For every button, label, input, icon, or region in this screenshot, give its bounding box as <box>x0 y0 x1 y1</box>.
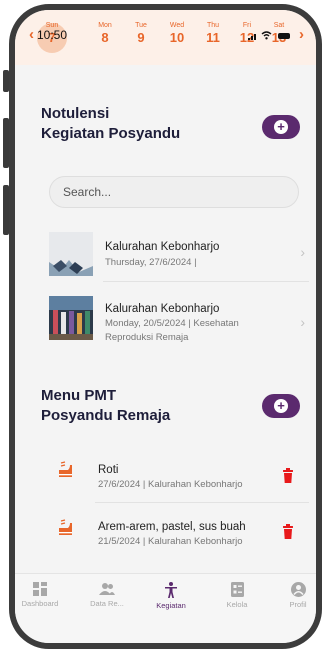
day-name: Sat <box>273 22 285 29</box>
nav-item-kelola[interactable]: Kelola <box>208 582 266 609</box>
day-name: Thu <box>206 22 220 29</box>
person-activity-icon <box>165 582 177 598</box>
search-input[interactable] <box>49 176 299 208</box>
nav-label: Kelola <box>226 600 248 609</box>
next-week-arrow-icon[interactable]: › <box>299 26 304 43</box>
nav-item-dashboard[interactable]: Dashboard <box>15 582 69 608</box>
manage-icon <box>230 582 244 597</box>
add-pmt-button[interactable]: + <box>262 394 300 418</box>
list-divider <box>103 281 309 282</box>
item-title: Arem-arem, pastel, sus buah <box>98 521 246 533</box>
signal-icon <box>247 33 256 40</box>
status-icons <box>247 30 290 40</box>
calendar-day-wed[interactable]: Wed 10 <box>163 22 191 45</box>
users-icon <box>99 583 115 595</box>
add-notulensi-button[interactable]: + <box>262 115 300 139</box>
status-time: 10:50 <box>37 28 68 42</box>
list-divider <box>95 502 309 503</box>
calendar-day-mon[interactable]: Mon 8 <box>91 22 119 45</box>
item-title: Kalurahan Kebonharjo <box>105 241 220 253</box>
plus-icon: + <box>274 120 288 134</box>
day-date: 9 <box>137 30 145 45</box>
delete-trash-icon[interactable] <box>282 524 294 539</box>
nav-label: Data Re... <box>90 599 124 608</box>
notulensi-section-title: Notulensi Kegiatan Posyandu <box>41 104 180 144</box>
bottom-navigation: Dashboard Data Re... Kegiatan Kelola Pro… <box>15 573 316 643</box>
item-subtitle: Thursday, 27/6/2024 | <box>105 257 197 268</box>
title-line-1: Notulensi <box>41 105 110 122</box>
prev-week-arrow-icon[interactable]: ‹ <box>29 26 34 43</box>
item-subtitle: Monday, 20/5/2024 | Kesehatan Reproduksi… <box>105 318 239 343</box>
day-date: 10 <box>169 30 185 45</box>
day-name: Tue <box>135 22 147 29</box>
phone-screen: ‹ Sun 7 10:50 Mon 8 Tue 9 Wed 10 Thu 11 … <box>9 4 322 649</box>
item-subtitle: 27/6/2024 | Kalurahan Kebonharjo <box>98 479 243 490</box>
battery-icon <box>278 32 290 39</box>
day-date: 8 <box>101 30 109 45</box>
notulensi-thumbnail <box>49 296 93 340</box>
nav-label: Profil <box>289 600 307 609</box>
title-line-2: Kegiatan Posyandu <box>41 125 181 142</box>
item-title: Roti <box>98 464 119 476</box>
calendar-strip: ‹ Sun 7 10:50 Mon 8 Tue 9 Wed 10 Thu 11 … <box>15 10 316 65</box>
day-date: 11 <box>206 30 220 45</box>
item-title: Kalurahan Kebonharjo <box>105 303 220 315</box>
nav-item-data-remaja[interactable]: Data Re... <box>78 582 136 608</box>
day-name: Mon <box>98 22 112 29</box>
pmt-section-title: Menu PMT Posyandu Remaja <box>41 386 170 426</box>
chevron-right-icon: › <box>300 244 305 260</box>
nav-item-kegiatan[interactable]: Kegiatan <box>142 582 200 610</box>
nav-item-profil[interactable]: Profil <box>269 582 316 609</box>
nav-label: Dashboard <box>21 599 59 608</box>
wifi-icon <box>262 31 272 40</box>
title-line-1: Menu PMT <box>41 387 116 404</box>
food-serving-icon <box>59 461 72 477</box>
chevron-right-icon: › <box>300 314 305 330</box>
calendar-day-tue[interactable]: Tue 9 <box>127 22 155 45</box>
dashboard-icon <box>33 582 47 596</box>
notulensi-list-item[interactable]: Kalurahan Kebonharjo Thursday, 27/6/2024… <box>49 232 309 278</box>
item-subtitle: 21/5/2024 | Kalurahan Kebonharjo <box>98 536 243 547</box>
day-name: Fri <box>242 22 252 29</box>
calendar-day-thu[interactable]: Thu 11 <box>199 22 227 45</box>
notulensi-thumbnail <box>49 232 93 276</box>
profile-icon <box>290 582 306 597</box>
plus-icon: + <box>274 399 288 413</box>
nav-label: Kegiatan <box>156 601 186 610</box>
food-serving-icon <box>59 519 72 535</box>
delete-trash-icon[interactable] <box>282 468 294 483</box>
notulensi-list-item[interactable]: Kalurahan Kebonharjo Monday, 20/5/2024 |… <box>49 294 309 344</box>
day-name: Wed <box>169 22 185 29</box>
title-line-2: Posyandu Remaja <box>41 407 171 424</box>
